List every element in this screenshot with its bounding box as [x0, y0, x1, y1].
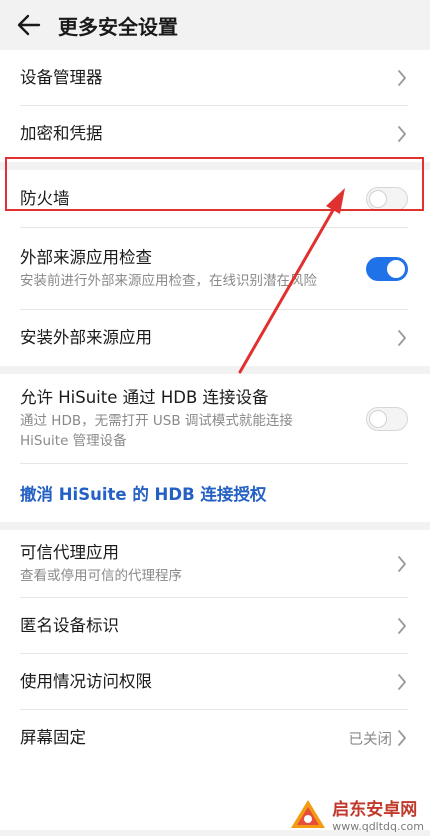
external-source-check-toggle[interactable] [366, 257, 408, 281]
hisuite-hdb-label: 允许 HiSuite 通过 HDB 连接设备 [20, 388, 269, 407]
arrow-left-icon [17, 14, 41, 36]
install-external-apps-row[interactable]: 安装外部来源应用 [0, 310, 430, 366]
device-manager-label: 设备管理器 [20, 68, 103, 87]
firewall-toggle[interactable] [366, 187, 408, 211]
anonymous-device-id-row[interactable]: 匿名设备标识 [0, 598, 430, 654]
screen-pinning-status: 已关闭 [348, 731, 393, 748]
screen-pinning-label: 屏幕固定 [20, 728, 86, 747]
revoke-hdb-authorization-link[interactable]: 撤消 HiSuite 的 HDB 连接授权 [20, 481, 266, 505]
chevron-right-icon [398, 126, 406, 142]
settings-group-1: 设备管理器 加密和凭据 [0, 50, 430, 162]
chevron-right-icon [398, 618, 406, 634]
screen-pinning-row[interactable]: 屏幕固定 已关闭 [0, 710, 430, 766]
encryption-credentials-label: 加密和凭据 [20, 124, 103, 143]
anonymous-device-id-label: 匿名设备标识 [20, 616, 119, 635]
external-source-check-row[interactable]: 外部来源应用检查 安装前进行外部来源应用检查，在线识别潜在风险 [0, 228, 430, 310]
usage-access-row[interactable]: 使用情况访问权限 [0, 654, 430, 710]
settings-group-3: 允许 HiSuite 通过 HDB 连接设备 通过 HDB，无需打开 USB 调… [0, 374, 430, 522]
revoke-hdb-authorization-row[interactable]: 撤消 HiSuite 的 HDB 连接授权 [0, 464, 430, 522]
back-button[interactable] [0, 0, 58, 50]
encryption-credentials-row[interactable]: 加密和凭据 [0, 106, 430, 162]
settings-group-4: 可信代理应用 查看或停用可信的代理程序 匿名设备标识 使用情况访问权限 屏幕固定… [0, 530, 430, 830]
trusted-agents-row[interactable]: 可信代理应用 查看或停用可信的代理程序 [0, 530, 430, 598]
trusted-agents-label: 可信代理应用 [20, 543, 119, 562]
chevron-right-icon [398, 330, 406, 346]
install-external-apps-label: 安装外部来源应用 [20, 328, 152, 347]
external-source-check-description: 安装前进行外部来源应用检查，在线识别潜在风险 [20, 273, 317, 289]
usage-access-label: 使用情况访问权限 [20, 672, 152, 691]
firewall-row[interactable]: 防火墙 [0, 170, 430, 228]
hisuite-hdb-row[interactable]: 允许 HiSuite 通过 HDB 连接设备 通过 HDB，无需打开 USB 调… [0, 374, 430, 464]
chevron-right-icon [398, 730, 406, 746]
chevron-right-icon [398, 70, 406, 86]
page-title: 更多安全设置 [58, 14, 178, 39]
device-manager-row[interactable]: 设备管理器 [0, 50, 430, 106]
chevron-right-icon [398, 674, 406, 690]
settings-group-2: 防火墙 外部来源应用检查 安装前进行外部来源应用检查，在线识别潜在风险 安装外部… [0, 170, 430, 366]
chevron-right-icon [398, 556, 406, 572]
hisuite-hdb-description: 通过 HDB，无需打开 USB 调试模式就能连接 HiSuite 管理设备 [20, 413, 293, 449]
trusted-agents-description: 查看或停用可信的代理程序 [20, 568, 182, 584]
hisuite-hdb-toggle[interactable] [366, 407, 408, 431]
external-source-check-label: 外部来源应用检查 [20, 248, 152, 267]
firewall-label: 防火墙 [20, 189, 70, 208]
header-bar: 更多安全设置 [0, 0, 430, 50]
